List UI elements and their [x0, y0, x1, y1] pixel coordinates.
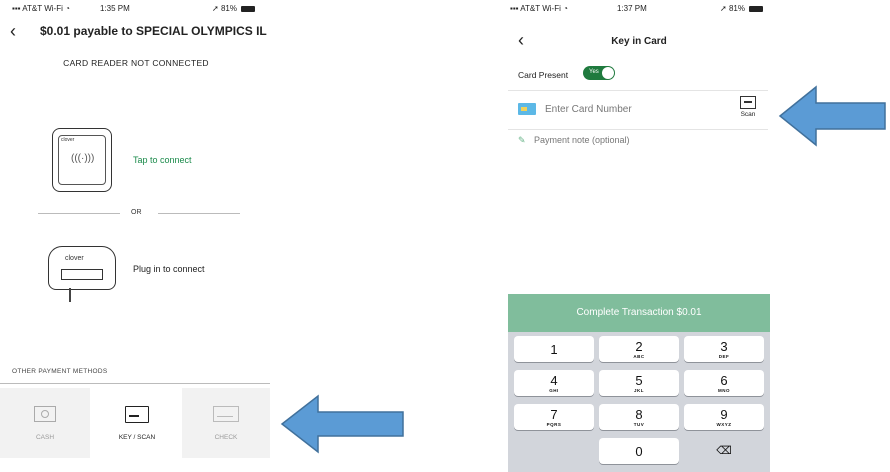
key-8[interactable]: 8 TUV — [599, 404, 679, 430]
cash-label: CASH — [35, 434, 55, 441]
key-3[interactable]: 3 DEF — [684, 336, 764, 362]
key-digit: 5 — [635, 373, 643, 388]
key-blank — [514, 438, 594, 464]
key-scan-label: KEY / SCAN — [118, 434, 156, 441]
page-title-right: Key in Card — [611, 36, 667, 47]
key-digit: 3 — [720, 339, 728, 354]
check-icon — [213, 406, 239, 422]
scan-card-button[interactable]: Scan — [737, 96, 759, 124]
key-digit: 8 — [635, 407, 643, 422]
card-present-label: Card Present — [518, 70, 569, 80]
plug-reader-brand: clover — [65, 255, 84, 262]
credit-card-icon — [518, 103, 536, 115]
key-letters: GHI — [549, 388, 559, 393]
key-4[interactable]: 4 GHI — [514, 370, 594, 396]
reader-status: CARD READER NOT CONNECTED — [63, 58, 209, 68]
key-letters: PQRS — [546, 422, 562, 427]
key-7[interactable]: 7 PQRS — [514, 404, 594, 430]
tap-to-connect-link[interactable]: Tap to connect — [133, 155, 192, 165]
battery-label: 81% — [220, 4, 237, 13]
check-method-button[interactable]: CHECK — [182, 388, 270, 458]
tap-reader-image[interactable]: clover (((·))) — [52, 128, 112, 192]
card-present-toggle[interactable]: Yes — [583, 66, 615, 80]
key-6[interactable]: 6 MNO — [684, 370, 764, 396]
contactless-icon: (((·))) — [71, 153, 95, 164]
key-letters: TUV — [633, 422, 645, 427]
carrier-label: AT&T Wi-Fi — [520, 4, 561, 13]
key-letters: ABC — [633, 354, 645, 359]
key-0[interactable]: 0 — [599, 438, 679, 464]
key-digit: 2 — [635, 339, 643, 354]
card-slot — [61, 269, 103, 280]
battery-label: 81% — [728, 4, 745, 13]
cash-icon — [34, 406, 56, 422]
status-carrier: ▪▪▪ AT&T Wi-Fi ◔ — [12, 4, 70, 13]
backspace-key[interactable]: ⌫ — [684, 438, 764, 464]
key-digit: 0 — [635, 444, 643, 459]
signal-icon: ▪▪▪ — [510, 4, 519, 13]
edit-note-icon: ✎ — [518, 135, 526, 145]
complete-transaction-button[interactable]: Complete Transaction $0.01 — [508, 294, 770, 332]
key-letters: MNO — [718, 388, 730, 393]
card-icon — [125, 406, 149, 423]
toggle-knob — [602, 67, 614, 79]
divider-line-left — [38, 213, 120, 214]
key-5[interactable]: 5 JKL — [599, 370, 679, 396]
key-digit: 9 — [720, 407, 728, 422]
status-time-right: 1:37 PM — [617, 4, 647, 13]
divider-line-right — [158, 213, 240, 214]
key-digit: 4 — [550, 373, 558, 388]
reader-cable — [69, 288, 71, 302]
key-letters: JKL — [633, 388, 644, 393]
cash-method-button[interactable]: CASH — [0, 388, 90, 458]
key-digit: 7 — [550, 407, 558, 422]
status-battery: ➚ 81% — [212, 4, 256, 13]
scan-label: Scan — [740, 111, 756, 118]
tap-reader-brand: clover — [61, 137, 75, 143]
backspace-icon: ⌫ — [716, 445, 732, 457]
plug-reader-image[interactable]: clover — [48, 246, 116, 290]
back-chevron-icon[interactable]: ‹ — [10, 22, 16, 40]
key-2[interactable]: 2 ABC — [599, 336, 679, 362]
battery-icon — [241, 5, 256, 12]
battery-icon — [749, 5, 764, 12]
location-icon: ➚ — [212, 4, 219, 13]
key-digit: 6 — [720, 373, 728, 388]
signal-icon: ▪▪▪ — [12, 4, 21, 13]
check-label: CHECK — [214, 434, 238, 441]
toggle-yes-label: Yes — [589, 69, 599, 75]
right-pointer-arrow-icon — [778, 85, 886, 147]
page-title: $0.01 payable to SPECIAL OLYMPICS IL — [40, 24, 267, 38]
or-label: OR — [131, 209, 142, 216]
section-divider — [0, 383, 270, 384]
numeric-keypad: 1 2 ABC 3 DEF 4 GHI 5 JKL 6 MNO 7 PQRS 8… — [508, 332, 770, 472]
key-letters: DEF — [718, 354, 730, 359]
payment-note-input[interactable] — [534, 133, 734, 147]
other-payment-methods-header: OTHER PAYMENT METHODS — [12, 368, 108, 375]
key-scan-method-button[interactable]: KEY / SCAN — [92, 388, 182, 458]
key-letters: WXYZ — [716, 422, 732, 427]
status-carrier-right: ▪▪▪ AT&T Wi-Fi ◔ — [510, 4, 568, 13]
key-digit: 1 — [550, 342, 558, 357]
location-icon: ➚ — [720, 4, 727, 13]
plug-in-label: Plug in to connect — [133, 264, 205, 274]
status-battery-right: ➚ 81% — [720, 4, 764, 13]
card-number-input[interactable] — [545, 100, 695, 118]
wifi-icon: ◔ — [563, 4, 568, 13]
left-pointer-arrow-icon — [280, 394, 404, 454]
carrier-label: AT&T Wi-Fi — [22, 4, 63, 13]
key-9[interactable]: 9 WXYZ — [684, 404, 764, 430]
scan-icon — [740, 96, 756, 109]
status-time: 1:35 PM — [100, 4, 130, 13]
key-1[interactable]: 1 — [514, 336, 594, 362]
wifi-icon: ◔ — [65, 4, 70, 13]
